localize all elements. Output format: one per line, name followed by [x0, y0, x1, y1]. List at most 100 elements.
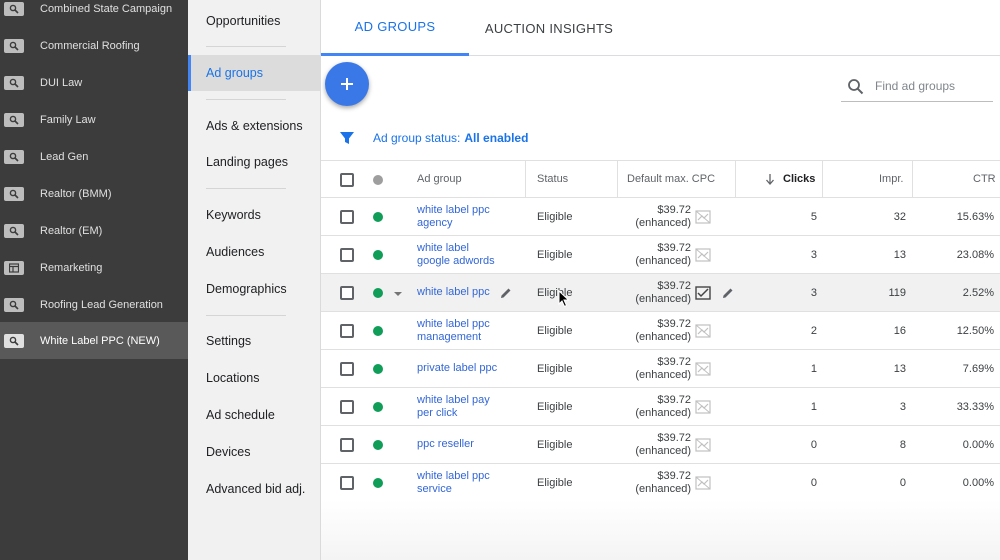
- campaign-item-roofing-lead-generation[interactable]: Roofing Lead Generation: [0, 286, 188, 323]
- campaign-item-family-law[interactable]: Family Law: [0, 101, 188, 138]
- filter-icon: [340, 132, 354, 144]
- row-impr: 0: [899, 476, 906, 489]
- status-dropdown-arrow-icon[interactable]: [394, 290, 402, 298]
- enabled-status-dot: [373, 478, 383, 488]
- campaign-label: DUI Law: [40, 76, 83, 89]
- ad-group-link[interactable]: white label pay per click: [417, 388, 517, 425]
- table-row[interactable]: white label ppc service Eligible $39.72 (e…: [321, 464, 1000, 502]
- nav-item-keywords[interactable]: Keywords: [188, 197, 321, 233]
- nav-label: Ads & extensions: [206, 119, 303, 133]
- ad-group-link[interactable]: white label ppc service: [417, 464, 517, 501]
- campaign-label: White Label PPC (NEW): [40, 334, 160, 347]
- nav-label: Settings: [206, 334, 252, 348]
- enabled-status-dot: [373, 364, 383, 374]
- column-divider: [617, 161, 618, 199]
- search-box: [841, 70, 993, 102]
- row-impr: 13: [893, 362, 906, 375]
- nav-item-landing-pages[interactable]: Landing pages: [188, 144, 321, 180]
- plus-icon: [341, 78, 353, 90]
- campaign-item-dui-law[interactable]: DUI Law: [0, 64, 188, 101]
- edit-cpc-icon[interactable]: [721, 286, 735, 300]
- header-clicks[interactable]: Clicks: [765, 161, 815, 197]
- search-campaign-icon: [4, 1, 24, 16]
- table-row[interactable]: white label google adwords Eligible $39.7…: [321, 236, 1000, 274]
- campaign-item-realtor-em[interactable]: Realtor (EM): [0, 212, 188, 249]
- ad-group-link[interactable]: white label ppc management: [417, 312, 517, 349]
- campaign-item-realtor-bmm[interactable]: Realtor (BMM): [0, 175, 188, 212]
- ad-group-link[interactable]: ppc reseller: [417, 426, 517, 463]
- nav-label: Advanced bid adj.: [206, 482, 306, 496]
- search-input[interactable]: [875, 76, 990, 96]
- bid-chart-icon[interactable]: [695, 286, 711, 300]
- header-default-max-cpc[interactable]: Default max. CPC: [627, 161, 715, 197]
- row-checkbox[interactable]: [340, 286, 354, 300]
- row-status: Eligible: [537, 248, 573, 261]
- add-ad-group-button[interactable]: [325, 62, 369, 106]
- row-ctr: 2.52%: [962, 286, 994, 299]
- nav-item-ad-groups[interactable]: Ad groups: [188, 55, 321, 91]
- table-row-hovered[interactable]: white label ppc Eligible $39.72 (enhanced…: [321, 274, 1000, 312]
- nav-label: Opportunities: [206, 14, 281, 28]
- nav-item-opportunities[interactable]: Opportunities: [188, 3, 321, 39]
- nav-item-demographics[interactable]: Demographics: [188, 271, 321, 307]
- header-ad-group[interactable]: Ad group: [417, 161, 462, 197]
- table-row[interactable]: white label ppc management Eligible $39.7…: [321, 312, 1000, 350]
- edit-ad-group-name-icon[interactable]: [499, 286, 513, 300]
- row-checkbox[interactable]: [340, 476, 354, 490]
- nav-divider: [206, 315, 286, 316]
- header-status[interactable]: Status: [537, 161, 568, 197]
- row-checkbox[interactable]: [340, 210, 354, 224]
- campaign-label: Commercial Roofing: [40, 39, 140, 52]
- campaign-label: Lead Gen: [40, 150, 89, 163]
- campaign-item-white-label-ppc-new[interactable]: White Label PPC (NEW): [0, 322, 188, 359]
- header-impr[interactable]: Impr.: [879, 161, 903, 197]
- nav-item-ads-extensions[interactable]: Ads & extensions: [188, 108, 321, 144]
- row-ctr: 23.08%: [956, 248, 994, 261]
- search-icon[interactable]: [847, 78, 864, 95]
- table-row[interactable]: private label ppc Eligible $39.72 (enhanc…: [321, 350, 1000, 388]
- table-footer-area: [321, 500, 1000, 560]
- ad-group-link[interactable]: private label ppc: [417, 350, 517, 387]
- row-checkbox[interactable]: [340, 438, 354, 452]
- row-status: Eligible: [537, 362, 573, 375]
- header-clicks-label: Clicks: [783, 173, 816, 185]
- column-divider: [735, 161, 736, 199]
- header-ctr[interactable]: CTR: [973, 161, 996, 197]
- ad-group-link[interactable]: white label ppc agency: [417, 198, 517, 235]
- bid-chart-disabled-icon: [695, 210, 711, 224]
- enabled-status-dot: [373, 326, 383, 336]
- ad-group-link[interactable]: white label google adwords: [417, 236, 517, 273]
- nav-item-audiences[interactable]: Audiences: [188, 234, 321, 270]
- table-row[interactable]: ppc reseller Eligible $39.72 (enhanced) 0…: [321, 426, 1000, 464]
- column-divider: [525, 161, 526, 199]
- enabled-status-dot: [373, 402, 383, 412]
- campaign-item-commercial-roofing[interactable]: Commercial Roofing: [0, 27, 188, 64]
- row-checkbox[interactable]: [340, 324, 354, 338]
- bid-chart-disabled-icon: [695, 324, 711, 338]
- nav-label: Ad schedule: [206, 408, 275, 422]
- search-campaign-icon: [4, 75, 24, 90]
- campaign-item-lead-gen[interactable]: Lead Gen: [0, 138, 188, 175]
- row-checkbox[interactable]: [340, 400, 354, 414]
- status-filter[interactable]: Ad group status: All enabled: [339, 128, 528, 148]
- nav-label: Locations: [206, 371, 260, 385]
- row-checkbox[interactable]: [340, 362, 354, 376]
- nav-item-ad-schedule[interactable]: Ad schedule: [188, 397, 321, 433]
- tab-auction-insights[interactable]: AUCTION INSIGHTS: [479, 0, 619, 56]
- nav-item-devices[interactable]: Devices: [188, 434, 321, 470]
- table-row[interactable]: white label ppc agency Eligible $39.72 (en…: [321, 198, 1000, 236]
- campaign-item-combined-state[interactable]: Combined State Campaign: [0, 0, 188, 27]
- campaign-item-remarketing[interactable]: Remarketing: [0, 249, 188, 286]
- row-checkbox[interactable]: [340, 248, 354, 262]
- select-all-checkbox[interactable]: [340, 173, 354, 187]
- nav-item-advanced-bid-adj[interactable]: Advanced bid adj.: [188, 471, 321, 507]
- status-dot-header: [373, 175, 383, 185]
- nav-item-settings[interactable]: Settings: [188, 323, 321, 359]
- nav-label: Keywords: [206, 208, 261, 222]
- nav-item-locations[interactable]: Locations: [188, 360, 321, 396]
- enabled-status-dot: [373, 212, 383, 222]
- row-ctr: 0.00%: [962, 476, 994, 489]
- table-row[interactable]: white label pay per click Eligible $39.72…: [321, 388, 1000, 426]
- tab-ad-groups[interactable]: AD GROUPS: [321, 0, 469, 56]
- row-clicks: 0: [810, 476, 817, 489]
